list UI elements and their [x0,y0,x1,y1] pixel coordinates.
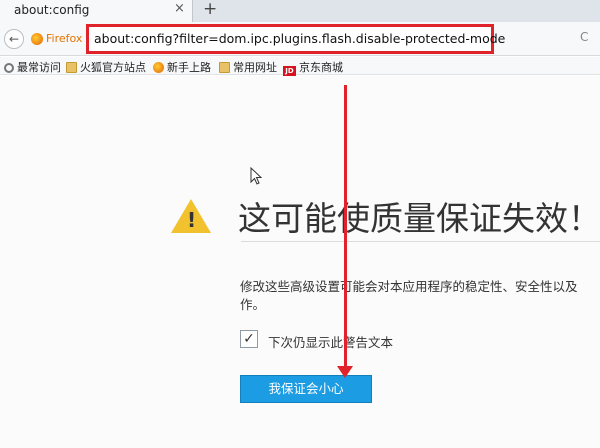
bookmark-common-sites[interactable]: 常用网址 [219,59,277,75]
show-warning-checkbox[interactable]: ✓ [240,330,258,348]
bookmarks-bar: 最常访问 火狐官方站点 新手上路 常用网址 JD 京东商城 [0,57,600,77]
heading-divider [241,241,600,242]
mouse-cursor-icon [250,167,262,185]
bookmark-most-visited[interactable]: 最常访问 [4,59,61,75]
tab-title: about:config [14,3,90,17]
warning-exclamation: ! [187,208,197,232]
page-title: 这可能使质量保证失效！ [238,199,600,238]
warning-text-line1: 修改这些高级设置可能会对本应用程序的稳定性、安全性以及 [240,279,578,294]
navigation-bar: ← Firefox about:config?filter=dom.ipc.pl… [0,22,600,56]
warning-text: 修改这些高级设置可能会对本应用程序的稳定性、安全性以及 作。 [240,278,600,314]
accept-risk-button[interactable]: 我保证会小心 [240,375,372,403]
show-warning-label[interactable]: 下次仍显示此警告文本 [268,332,393,351]
firefox-icon [153,62,164,73]
folder-icon [66,62,77,73]
new-tab-icon[interactable]: + [203,0,217,19]
annotation-arrow-head [337,366,353,378]
identity-label[interactable]: Firefox [46,32,82,45]
gear-icon [4,63,14,73]
tab-bar: about:config × + [0,0,600,22]
tab-about-config[interactable]: about:config × [0,0,193,22]
bookmark-getting-started[interactable]: 新手上路 [153,59,211,75]
bookmark-jd[interactable]: JD 京东商城 [283,59,343,77]
close-tab-icon[interactable]: × [174,1,185,16]
firefox-icon [31,33,43,45]
folder-icon [219,62,230,73]
annotation-arrow-line [344,85,347,370]
back-button[interactable]: ← [4,29,24,49]
url-bar-highlight[interactable]: about:config?filter=dom.ipc.plugins.flas… [86,24,505,54]
bookmark-firefox-official[interactable]: 火狐官方站点 [66,59,146,75]
warning-text-line2: 作。 [240,297,266,312]
url-input[interactable]: about:config?filter=dom.ipc.plugins.flas… [94,31,505,46]
reload-icon[interactable]: C [580,30,588,44]
